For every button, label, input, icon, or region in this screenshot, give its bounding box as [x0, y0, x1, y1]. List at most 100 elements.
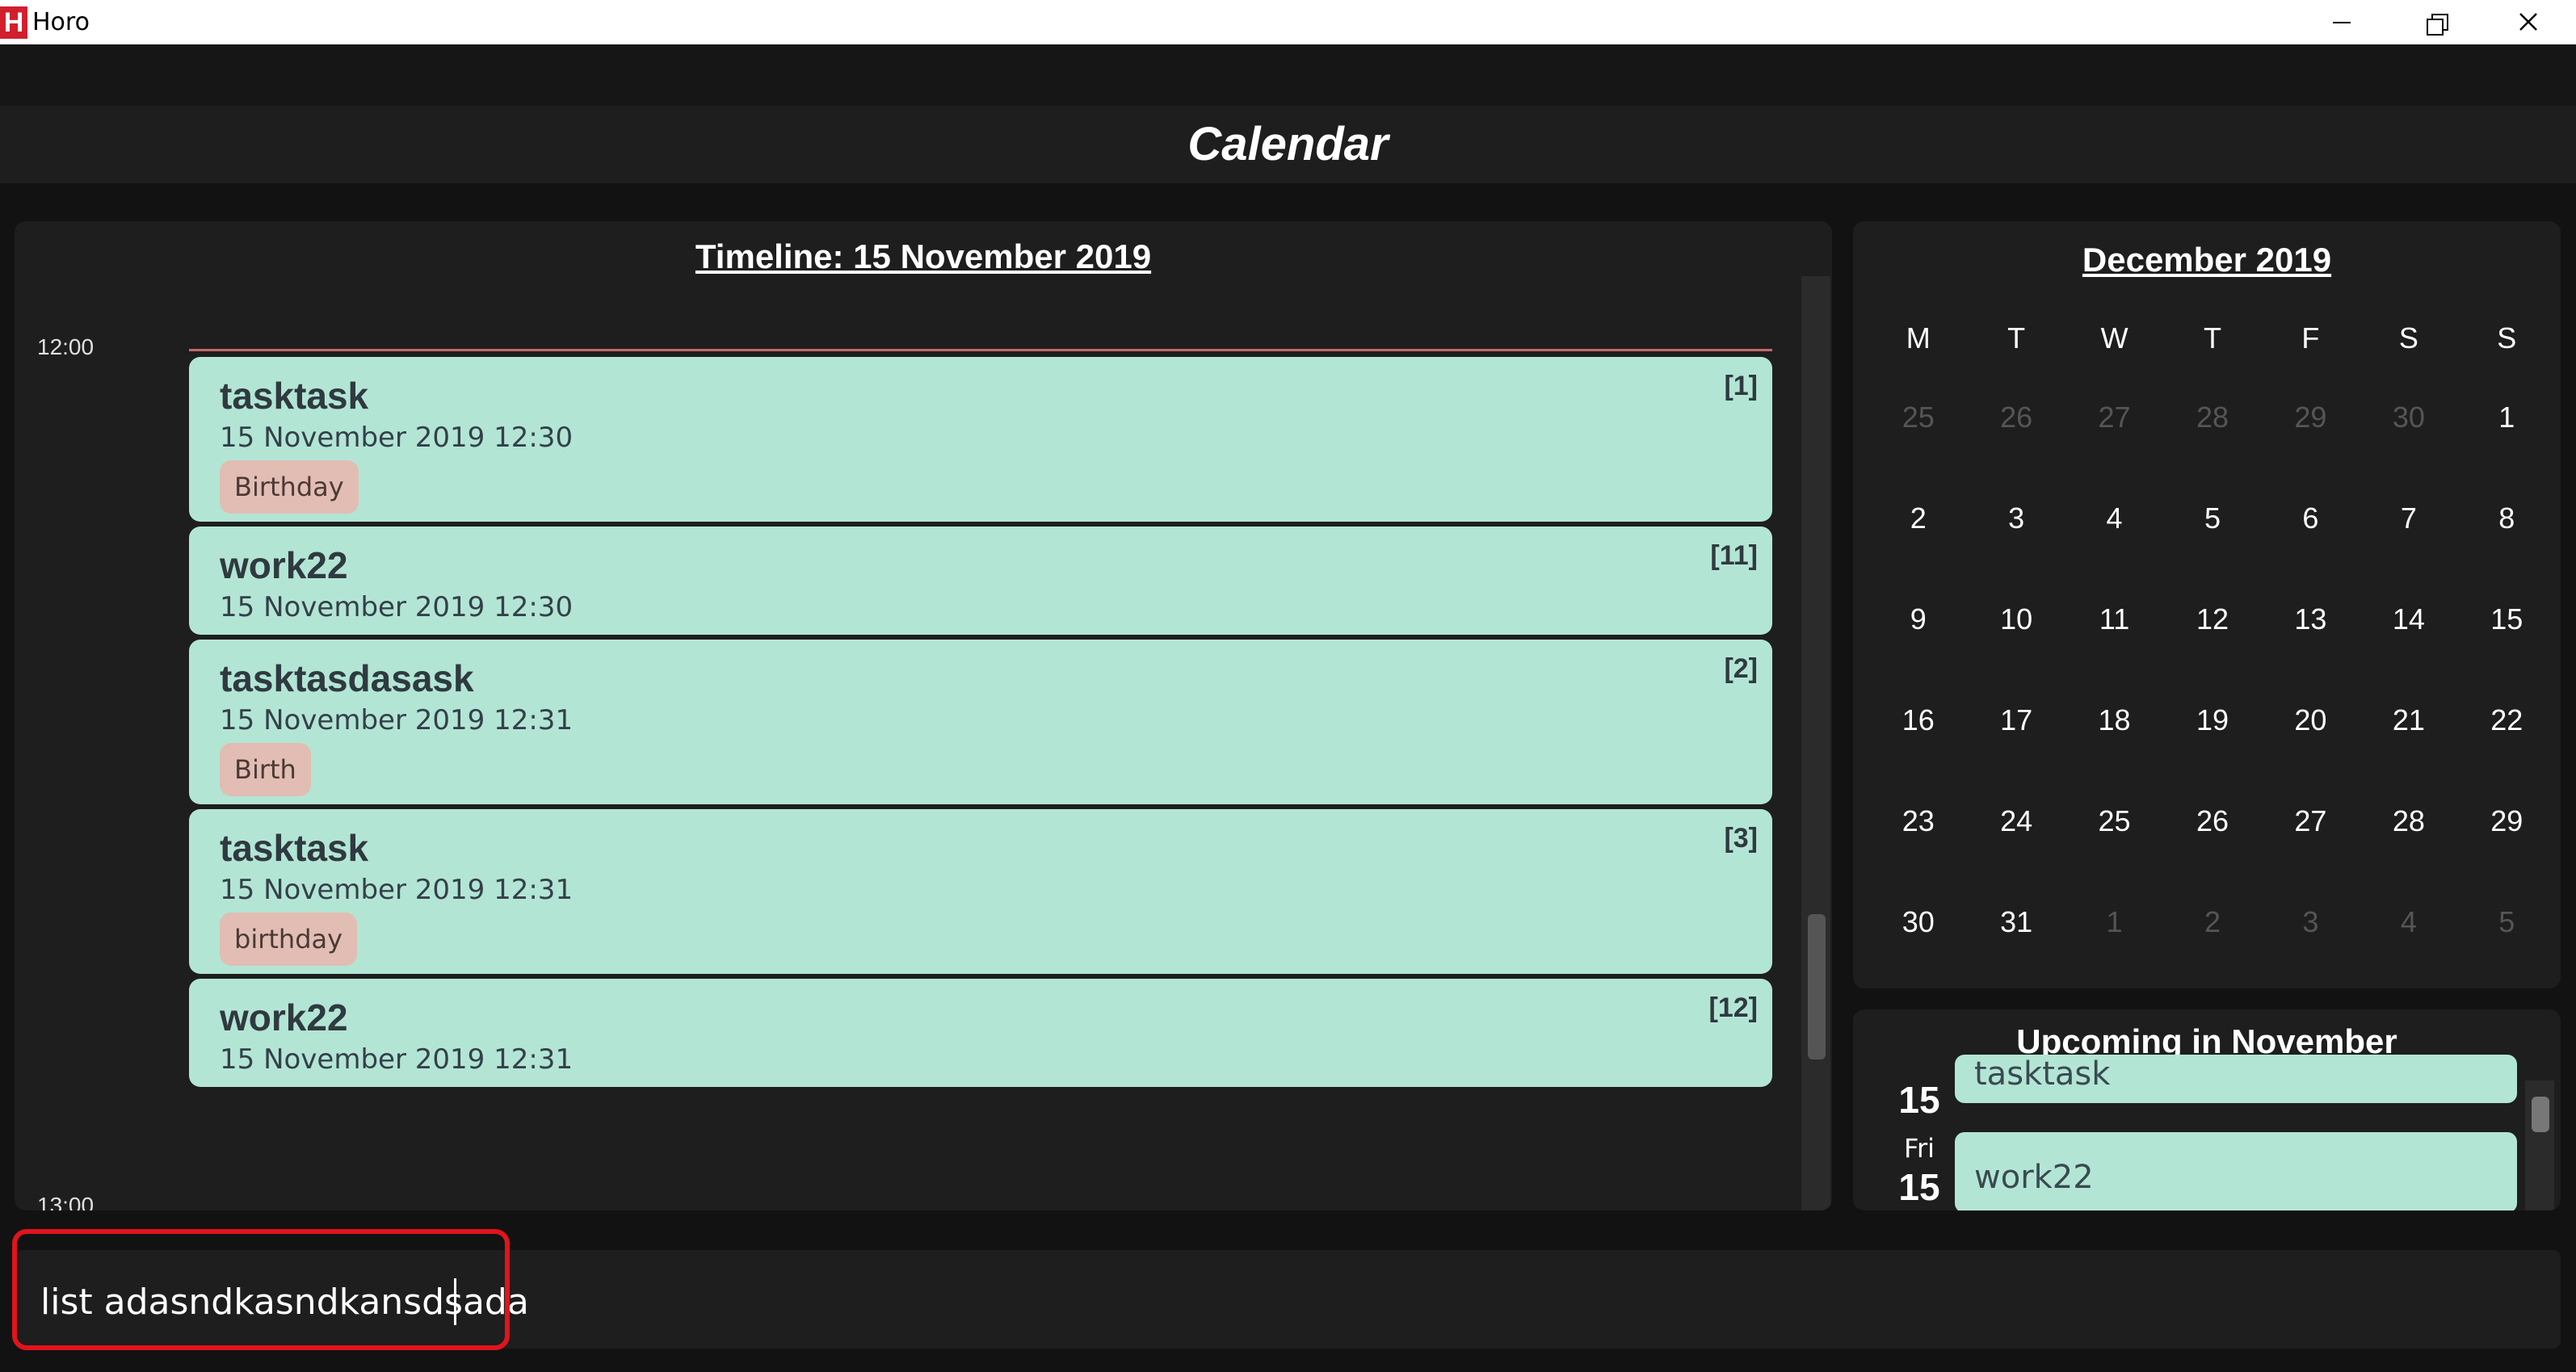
- event-index: [12]: [1708, 992, 1758, 1023]
- highlight-annotation: [12, 1229, 510, 1350]
- app-logo-icon: H: [0, 6, 27, 39]
- calendar-day[interactable]: 20: [2262, 669, 2360, 770]
- page-header: Calendar: [0, 106, 2576, 183]
- event-name: work22: [220, 996, 348, 1038]
- event-date: 15 November 2019 12:31: [220, 874, 574, 906]
- calendar-day[interactable]: 5: [2458, 871, 2556, 972]
- calendar-day[interactable]: 6: [2262, 468, 2360, 569]
- weekday-header: S: [2398, 321, 2418, 355]
- calendar-day[interactable]: 8: [2458, 468, 2556, 569]
- calendar-day[interactable]: 2: [1869, 468, 1967, 569]
- calendar-day[interactable]: 10: [1967, 569, 2065, 669]
- weekday-header: T: [2007, 321, 2026, 355]
- calendar-day[interactable]: 1: [2458, 367, 2556, 468]
- event-date: 15 November 2019 12:31: [220, 1043, 574, 1076]
- calendar-day[interactable]: 3: [1967, 468, 2065, 569]
- close-button[interactable]: [2484, 0, 2573, 44]
- event-index: [1]: [1724, 371, 1758, 401]
- restore-button[interactable]: [2391, 0, 2480, 44]
- event-index: [3]: [1724, 823, 1758, 854]
- calendar-day[interactable]: 21: [2360, 669, 2457, 770]
- calendar-panel: December 2019 M T W T F S S 25 26 27 28 29 30 1 2 3 4 5 6 7…: [1853, 221, 2561, 988]
- calendar-day[interactable]: 29: [2262, 367, 2360, 468]
- calendar-day[interactable]: 31: [1967, 871, 2065, 972]
- weekday-header: W: [2100, 321, 2128, 355]
- weekday-header: S: [2497, 321, 2517, 355]
- calendar-day[interactable]: 5: [2163, 468, 2261, 569]
- calendar-day[interactable]: 4: [2065, 468, 2163, 569]
- calendar-day[interactable]: 23: [1869, 770, 1967, 871]
- calendar-day[interactable]: 3: [2262, 871, 2360, 972]
- calendar-day[interactable]: 25: [2065, 770, 2163, 871]
- restore-icon-front: [2427, 19, 2444, 36]
- upcoming-day: Fri 15: [1879, 1132, 1960, 1210]
- calendar-day[interactable]: 22: [2458, 669, 2556, 770]
- calendar-day[interactable]: 26: [2163, 770, 2261, 871]
- calendar-day[interactable]: 2: [2163, 871, 2261, 972]
- window-title: Horo: [32, 8, 90, 36]
- calendar-grid: M T W T F S S 25 26 27 28 29 30 1 2 3 4 5 6 7 8 9 10 11 12 13 14 15…: [1869, 310, 2556, 972]
- calendar-day[interactable]: 13: [2262, 569, 2360, 669]
- calendar-day[interactable]: 28: [2360, 770, 2457, 871]
- calendar-day[interactable]: 12: [2163, 569, 2261, 669]
- upcoming-panel: Upcoming in November 15 tasktask Fri 15 …: [1853, 1009, 2561, 1210]
- menu-bar: [0, 44, 2576, 107]
- calendar-day[interactable]: 18: [2065, 669, 2163, 770]
- upcoming-event[interactable]: work22: [1955, 1132, 2517, 1210]
- calendar-day[interactable]: 27: [2065, 367, 2163, 468]
- close-icon: [2519, 13, 2537, 31]
- timeline-title: Timeline: 15 November 2019: [695, 237, 1152, 275]
- calendar-day[interactable]: 30: [2360, 367, 2457, 468]
- event-date: 15 November 2019 12:30: [220, 422, 574, 454]
- event-name: tasktask: [220, 827, 369, 869]
- calendar-day[interactable]: 7: [2360, 468, 2457, 569]
- event-index: [2]: [1724, 653, 1758, 684]
- minimize-icon: [2333, 22, 2351, 23]
- calendar-day[interactable]: 27: [2262, 770, 2360, 871]
- event-name: work22: [220, 544, 348, 586]
- calendar-day[interactable]: 28: [2163, 367, 2261, 468]
- event-name: tasktask: [220, 375, 369, 417]
- event-card[interactable]: tasktask [3] 15 November 2019 12:31 birt…: [189, 809, 1772, 974]
- hour-label: 13:00: [37, 1193, 95, 1210]
- window-titlebar: H Horo: [0, 0, 2576, 44]
- timeline-panel: Timeline: 15 November 2019 12:00 tasktas…: [15, 221, 1832, 1210]
- weekday-header: F: [2301, 321, 2320, 355]
- weekday-header: T: [2203, 321, 2221, 355]
- calendar-day[interactable]: 24: [1967, 770, 2065, 871]
- hour-label: 12:00: [37, 334, 95, 359]
- event-date: 15 November 2019 12:31: [220, 704, 574, 736]
- upcoming-event[interactable]: tasktask: [1955, 1055, 2517, 1103]
- calendar-day[interactable]: 16: [1869, 669, 1967, 770]
- upcoming-day-number: 15: [1898, 1079, 1940, 1121]
- event-card[interactable]: tasktask [1] 15 November 2019 12:30 Birt…: [189, 357, 1772, 522]
- calendar-day[interactable]: 25: [1869, 367, 1967, 468]
- timeline-scrollbar[interactable]: [1801, 276, 1830, 1210]
- calendar-day[interactable]: 26: [1967, 367, 2065, 468]
- upcoming-day-weekday: Fri: [1903, 1133, 1935, 1164]
- event-card[interactable]: work22 [11] 15 November 2019 12:30: [189, 527, 1772, 635]
- calendar-day[interactable]: 19: [2163, 669, 2261, 770]
- page-title: Calendar: [1187, 118, 1389, 170]
- scrollbar-thumb[interactable]: [2532, 1097, 2549, 1132]
- event-tag: Birth: [220, 743, 311, 796]
- calendar-day[interactable]: 14: [2360, 569, 2457, 669]
- event-name: tasktasdasask: [220, 657, 474, 699]
- event-date: 15 November 2019 12:30: [220, 591, 574, 623]
- upcoming-scrollbar[interactable]: [2525, 1080, 2554, 1210]
- upcoming-day-number: 15: [1898, 1166, 1940, 1208]
- calendar-day[interactable]: 17: [1967, 669, 2065, 770]
- calendar-day[interactable]: 4: [2360, 871, 2457, 972]
- event-index: [11]: [1710, 540, 1758, 571]
- calendar-day[interactable]: 15: [2458, 569, 2556, 669]
- event-card[interactable]: work22 [12] 15 November 2019 12:31: [189, 979, 1772, 1087]
- scrollbar-thumb[interactable]: [1808, 914, 1826, 1059]
- calendar-day[interactable]: 11: [2065, 569, 2163, 669]
- minimize-button[interactable]: [2298, 0, 2387, 44]
- event-card[interactable]: tasktasdasask [2] 15 November 2019 12:31…: [189, 640, 1772, 804]
- calendar-day[interactable]: 9: [1869, 569, 1967, 669]
- calendar-day[interactable]: 1: [2065, 871, 2163, 972]
- event-tag: birthday: [220, 913, 358, 966]
- calendar-day[interactable]: 30: [1869, 871, 1967, 972]
- calendar-day[interactable]: 29: [2458, 770, 2556, 871]
